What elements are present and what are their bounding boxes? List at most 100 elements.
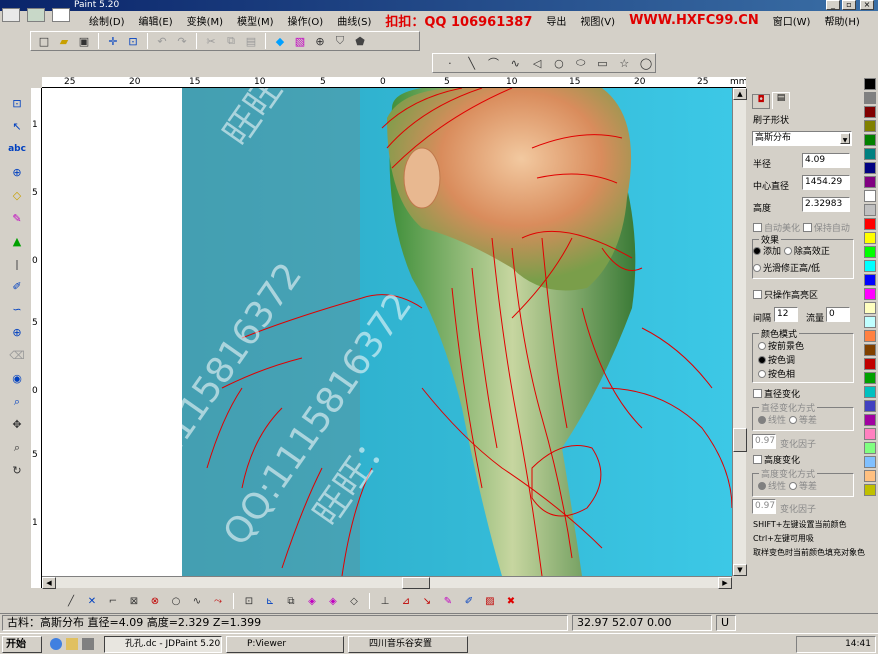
- color-swatch[interactable]: [864, 484, 876, 496]
- copy-icon[interactable]: ⧉: [222, 32, 240, 50]
- task-jdpaint[interactable]: 孔孔.dc - JDPaint 5.20: [104, 636, 222, 653]
- bottom-tool-trim-icon[interactable]: ⌐: [104, 592, 122, 610]
- menu-export[interactable]: 导出: [539, 13, 573, 28]
- menu-edit[interactable]: 编辑(E): [132, 13, 180, 28]
- color-swatch[interactable]: [864, 414, 876, 426]
- pan-tool-icon[interactable]: ✥: [7, 415, 27, 434]
- task-folder[interactable]: 四川音乐谷安置: [348, 636, 468, 653]
- color-swatch[interactable]: [864, 162, 876, 174]
- scroll-down-icon[interactable]: ▼: [733, 564, 747, 576]
- node-tool-icon[interactable]: ↖: [7, 117, 27, 136]
- minimize-button[interactable]: _: [826, 0, 840, 10]
- color-swatch[interactable]: [864, 400, 876, 412]
- height-input[interactable]: 2.32983: [802, 197, 850, 212]
- zoom-window-icon[interactable]: ⌕: [7, 438, 27, 457]
- star-icon[interactable]: ☆: [615, 54, 633, 72]
- eraser-tool-icon[interactable]: ⌫: [7, 346, 27, 365]
- brush-tool-icon[interactable]: ✎: [7, 209, 27, 228]
- color-swatch[interactable]: [864, 260, 876, 272]
- bottom-tool-pick-icon[interactable]: ↘: [418, 592, 436, 610]
- redo-icon[interactable]: ↷: [173, 32, 191, 50]
- point-icon[interactable]: ·: [441, 54, 459, 72]
- menu-operate[interactable]: 操作(O): [281, 13, 331, 28]
- height-mode-radio[interactable]: 线性 等差: [758, 479, 817, 492]
- knife-tool-icon[interactable]: ǀ: [7, 255, 27, 274]
- delete-icon[interactable]: ✖: [502, 592, 520, 610]
- color-swatch[interactable]: [864, 78, 876, 90]
- effect-add-radio[interactable]: 添加 除高效正: [753, 244, 830, 257]
- bottom-tool-mirror-icon[interactable]: ◈: [324, 592, 342, 610]
- hscroll-thumb[interactable]: [402, 577, 430, 589]
- color-swatch[interactable]: [864, 358, 876, 370]
- bottom-tool-baseline-icon[interactable]: ⊥: [376, 592, 394, 610]
- select-box-icon[interactable]: ⊡: [124, 32, 142, 50]
- bottom-tool-node-icon[interactable]: ⊡: [240, 592, 258, 610]
- menu-transform[interactable]: 变换(M): [180, 13, 230, 28]
- color-swatch[interactable]: [864, 330, 876, 342]
- color-swatch[interactable]: [864, 316, 876, 328]
- bottom-tool-flip-icon[interactable]: ◈: [303, 592, 321, 610]
- bottom-tool-copy-icon[interactable]: ⧉: [282, 592, 300, 610]
- color-swatch[interactable]: [864, 134, 876, 146]
- bottom-tool-join-icon[interactable]: ⊗: [146, 592, 164, 610]
- measure-tool-icon[interactable]: ◇: [7, 186, 27, 205]
- color-swatch[interactable]: [864, 204, 876, 216]
- color-swatch[interactable]: [864, 232, 876, 244]
- close-button[interactable]: ×: [860, 0, 874, 10]
- circle-icon[interactable]: ○: [550, 54, 568, 72]
- paste-icon[interactable]: ▤: [242, 32, 260, 50]
- ellipse-icon[interactable]: ⬭: [572, 54, 590, 72]
- color-swatch[interactable]: [864, 470, 876, 482]
- effect-smooth-radio[interactable]: 光滑修正高/低: [753, 261, 820, 274]
- color-swatch[interactable]: [864, 106, 876, 118]
- scroll-left-icon[interactable]: ◀: [42, 577, 56, 589]
- color-opt1-radio[interactable]: 按前景色: [758, 339, 804, 352]
- bottom-tool-line-icon[interactable]: ╱: [62, 592, 80, 610]
- color-swatch[interactable]: [864, 302, 876, 314]
- color-opt3-radio[interactable]: 按色相: [758, 367, 795, 380]
- color-swatch[interactable]: [864, 344, 876, 356]
- desktop-icon[interactable]: [82, 638, 94, 650]
- bottom-tool-break-icon[interactable]: ⊠: [125, 592, 143, 610]
- radius-input[interactable]: 4.09: [802, 153, 850, 168]
- scroll-right-icon[interactable]: ▶: [718, 577, 732, 589]
- crosshair-icon[interactable]: ✛: [104, 32, 122, 50]
- restore-button[interactable]: ▫: [842, 0, 856, 10]
- ie-icon[interactable]: [50, 638, 62, 650]
- bottom-tool-align-icon[interactable]: ⊾: [261, 592, 279, 610]
- color-swatch[interactable]: [864, 148, 876, 160]
- transform-tool-icon[interactable]: ⊕: [7, 163, 27, 182]
- brush-shape-select[interactable]: 高斯分布 ▼: [752, 131, 852, 146]
- color-swatch[interactable]: [864, 246, 876, 258]
- bottom-tool-color-icon[interactable]: ✎: [439, 592, 457, 610]
- color-swatch[interactable]: [864, 456, 876, 468]
- start-button[interactable]: 开始: [2, 636, 42, 653]
- cut-icon[interactable]: ✂: [202, 32, 220, 50]
- folder-icon[interactable]: [66, 638, 78, 650]
- sculpt-tool-icon[interactable]: ▲: [7, 232, 27, 251]
- menu-view[interactable]: 视图(V): [573, 13, 622, 28]
- zoom-in-tool-icon[interactable]: ⊕: [7, 323, 27, 342]
- color-swatch[interactable]: [864, 190, 876, 202]
- menu-model[interactable]: 模型(M): [230, 13, 280, 28]
- curve-icon[interactable]: ∿: [506, 54, 524, 72]
- radius-mode-radio[interactable]: 线性 等差: [758, 413, 817, 426]
- drawing-canvas[interactable]: 旺旺： QQ:1115816372 QQ:1115816372 旺旺：: [42, 88, 732, 576]
- color-swatch[interactable]: [864, 218, 876, 230]
- select-tool-icon[interactable]: ⊡: [7, 94, 27, 113]
- bottom-tool-wave-icon[interactable]: ∿: [188, 592, 206, 610]
- save-icon[interactable]: ▣: [75, 32, 93, 50]
- radius-ratio-input[interactable]: 0.97: [752, 434, 776, 449]
- menu-curve[interactable]: 曲线(S): [330, 13, 378, 28]
- arc-icon[interactable]: ⌒: [485, 54, 503, 72]
- polyline-icon[interactable]: ◁: [528, 54, 546, 72]
- task-viewer[interactable]: P:Viewer: [226, 636, 344, 653]
- palette-tool-icon[interactable]: ◉: [7, 369, 27, 388]
- vertical-scrollbar[interactable]: ▲ ▼: [732, 88, 747, 576]
- bottom-tool-cross-icon[interactable]: ✕: [83, 592, 101, 610]
- shield-dark-icon[interactable]: ⬟: [351, 32, 369, 50]
- height-change-checkbox[interactable]: 高度变化: [753, 453, 800, 466]
- new-file-icon[interactable]: □: [35, 32, 53, 50]
- rotate-view-icon[interactable]: ↻: [7, 461, 27, 480]
- menu-window[interactable]: 窗口(W): [766, 13, 818, 28]
